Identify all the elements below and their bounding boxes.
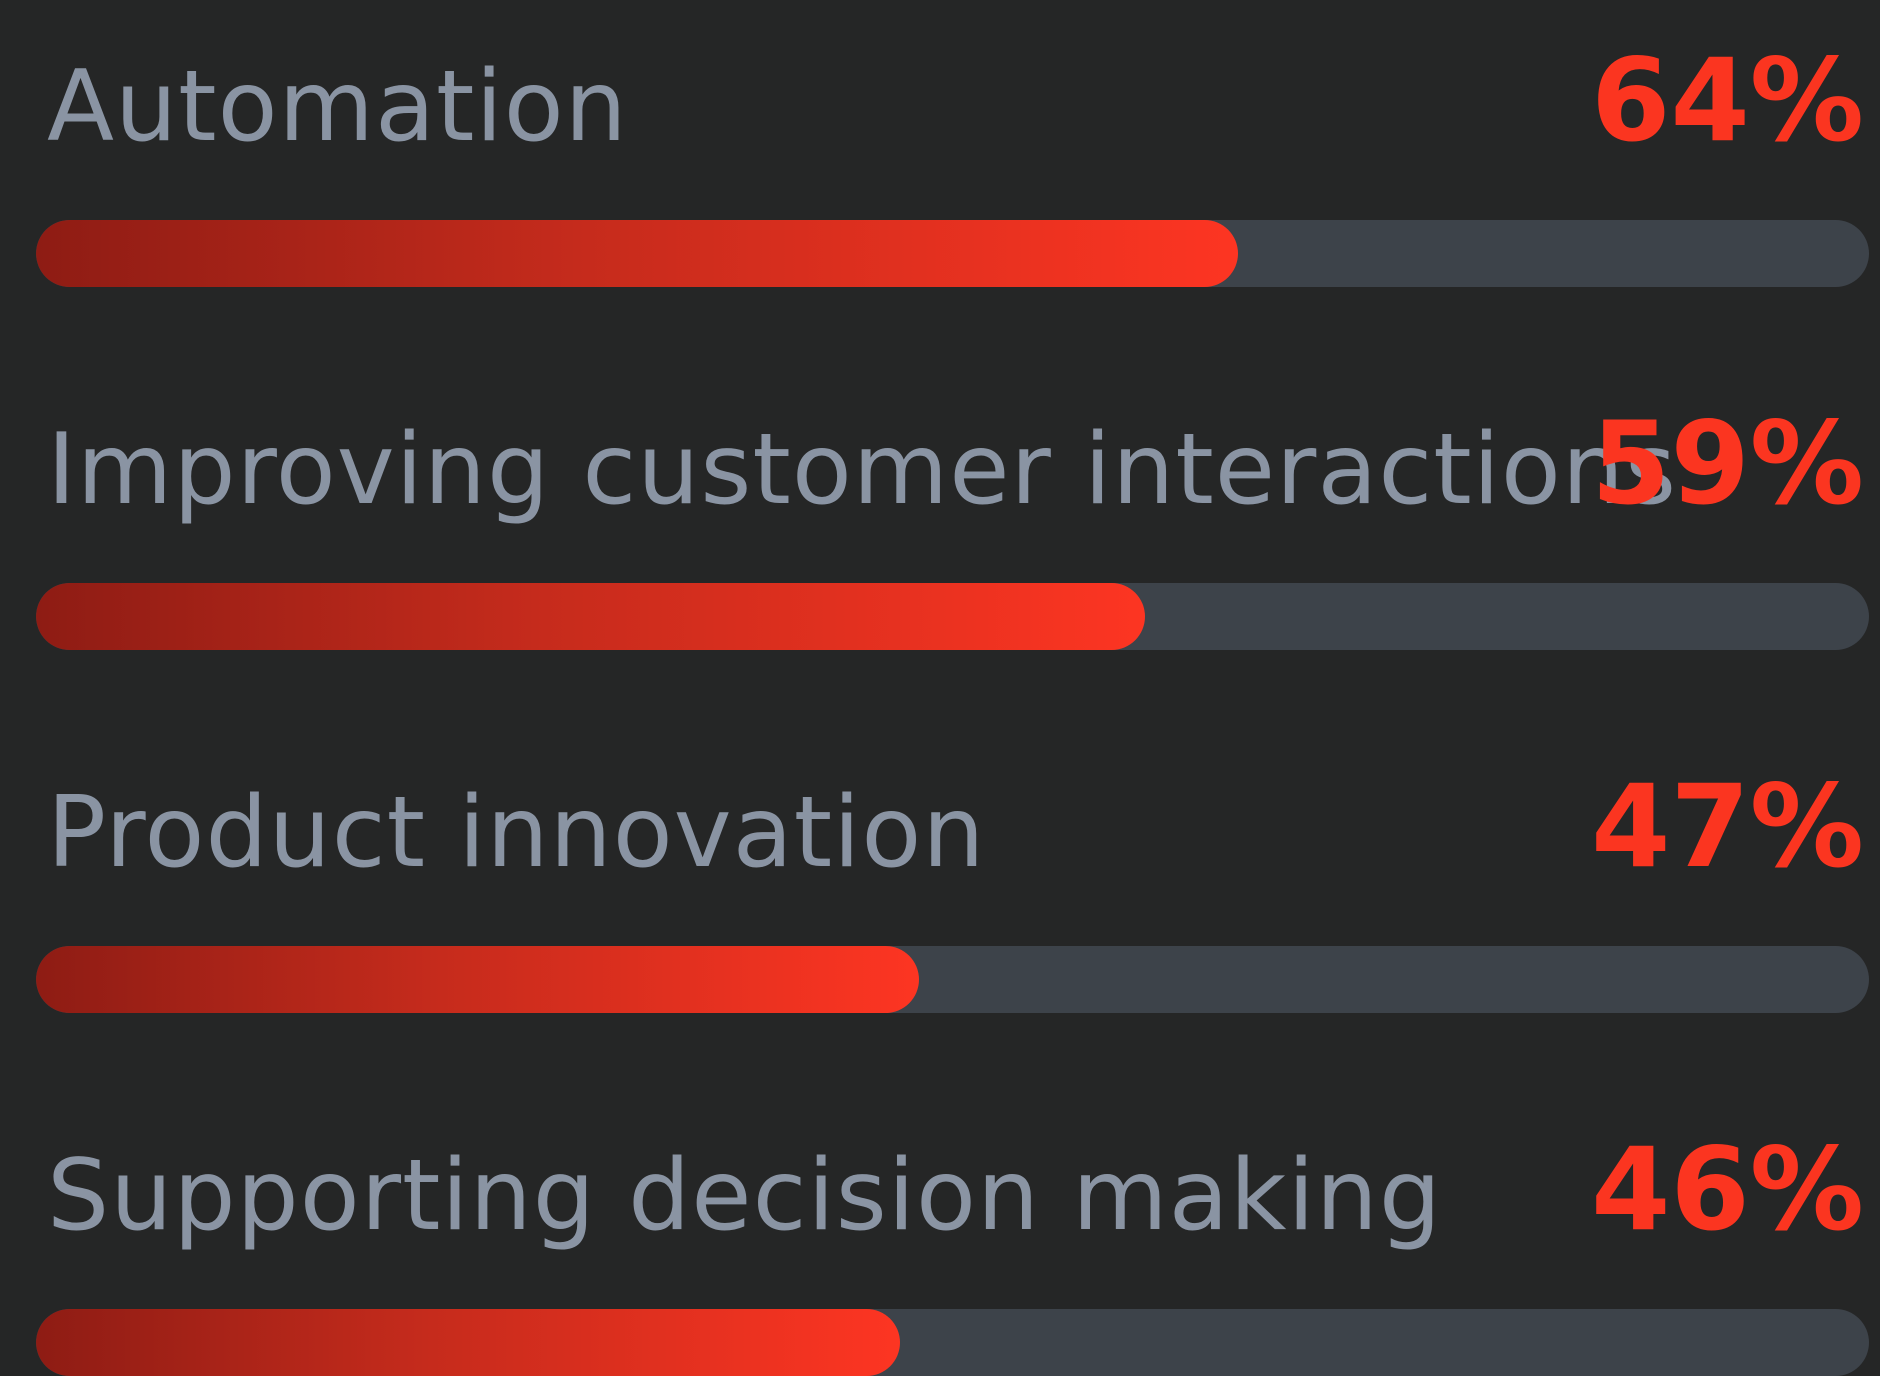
bar-fill — [36, 946, 919, 1013]
bar-value: 46% — [1591, 1123, 1864, 1256]
bar-track — [36, 220, 1869, 287]
bar-track — [36, 946, 1869, 1013]
bar-label: Automation — [47, 50, 628, 164]
progress-bar-chart: Automation 64% Improving customer intera… — [0, 0, 1880, 1376]
bar-value: 59% — [1591, 397, 1864, 530]
bar-value: 47% — [1591, 760, 1864, 893]
bar-track — [36, 1309, 1869, 1376]
bar-label: Improving customer interactions — [47, 413, 1678, 527]
bar-label: Supporting decision making — [47, 1139, 1443, 1253]
bar-label: Product innovation — [47, 776, 986, 890]
bar-value: 64% — [1591, 34, 1864, 167]
bar-fill — [36, 220, 1238, 287]
bar-fill — [36, 1309, 900, 1376]
bar-track — [36, 583, 1869, 650]
bar-fill — [36, 583, 1145, 650]
